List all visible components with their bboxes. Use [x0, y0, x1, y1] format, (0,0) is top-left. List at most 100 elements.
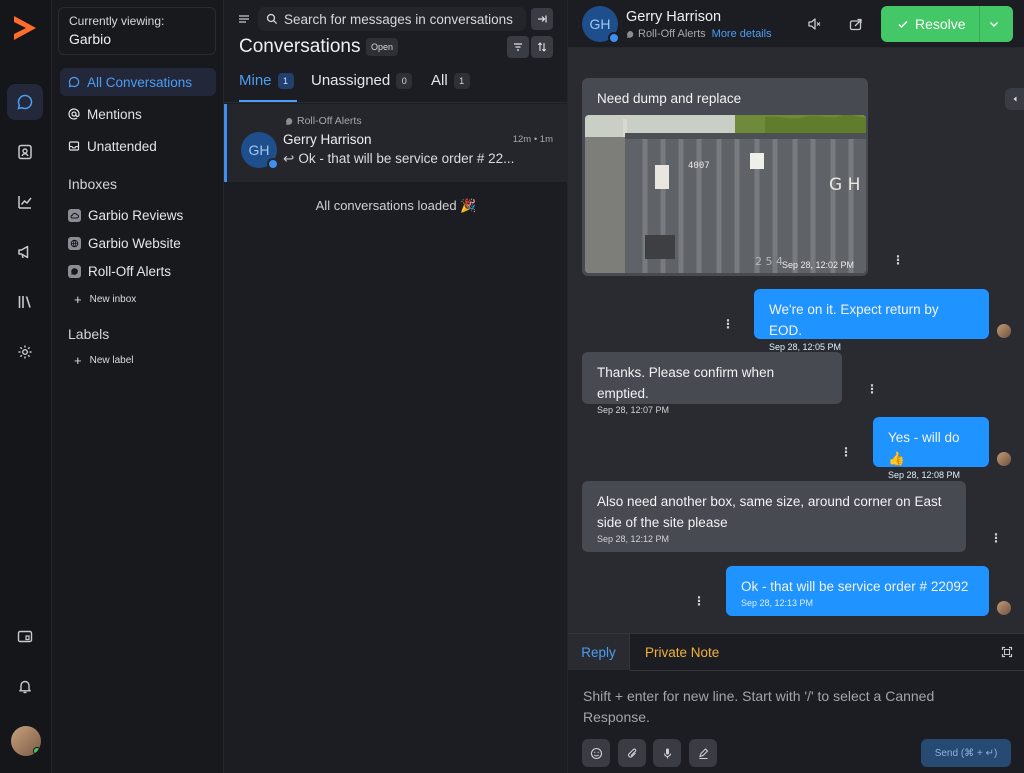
nav-rail [0, 0, 52, 773]
reply-arrow-icon: ↩ [283, 151, 295, 166]
inbox-label: Roll-Off Alerts [88, 264, 172, 279]
voice-button[interactable] [653, 739, 681, 767]
message-menu-icon[interactable]: ⋮ [693, 595, 705, 607]
inbox-roll-off-alerts[interactable]: Roll-Off Alerts [68, 264, 171, 279]
viewing-label: Currently viewing: [69, 14, 165, 28]
tab-label: All [431, 72, 448, 89]
app-logo-icon[interactable] [11, 13, 39, 43]
sort-button[interactable] [531, 36, 553, 58]
agent-avatar [997, 601, 1011, 615]
tab-count: 1 [453, 72, 470, 89]
message-outgoing[interactable]: Yes - will do 👍 Sep 28, 12:08 PM [873, 417, 989, 480]
filter-button[interactable] [507, 36, 529, 58]
contact-card-icon [18, 144, 32, 160]
smiley-icon [590, 747, 602, 759]
tab-mine[interactable]: Mine 1 [239, 72, 294, 89]
message-menu-icon[interactable]: ⋮ [892, 254, 904, 266]
nav-all-conversations[interactable]: All Conversations [60, 68, 216, 96]
nav-mentions[interactable]: Mentions [60, 100, 216, 128]
more-details-link[interactable]: More details [712, 28, 772, 40]
new-label-button[interactable]: + New label [74, 353, 134, 368]
inbox-label: Garbio Reviews [88, 208, 184, 223]
rail-settings[interactable] [7, 334, 43, 370]
message-menu-icon[interactable]: ⋮ [722, 318, 734, 330]
expand-icon[interactable] [1001, 646, 1013, 658]
tab-reply[interactable]: Reply [568, 634, 630, 670]
status-filter-badge[interactable]: Open [366, 38, 399, 56]
message-time: Sep 28, 12:07 PM [597, 405, 670, 415]
nav-unattended[interactable]: Unattended [60, 132, 216, 160]
rail-conversations[interactable] [7, 84, 43, 120]
account-switcher[interactable]: Currently viewing: Garbio [58, 7, 216, 55]
chart-line-icon [18, 196, 32, 209]
emoji-button[interactable] [582, 739, 610, 767]
nav-label: Unattended [87, 138, 157, 154]
search-input[interactable]: Search for messages in conversations [258, 7, 526, 31]
conversation-panel: GH Gerry Harrison Roll-Off Alerts More d… [568, 0, 1024, 773]
rail-library[interactable] [7, 284, 43, 320]
message-menu-icon[interactable]: ⋮ [840, 446, 852, 458]
arrow-to-right-icon [538, 15, 547, 23]
send-button[interactable]: Send (⌘ + ↵) [921, 739, 1011, 767]
message-incoming[interactable]: Need dump and replace 4007 G H 2 5 4 Sep… [582, 78, 868, 276]
tab-count: 1 [277, 72, 294, 89]
collapse-panel-button[interactable] [1005, 88, 1024, 110]
message-menu-icon[interactable]: ⋮ [866, 383, 878, 395]
bell-icon [19, 680, 31, 694]
secondary-sidebar: Currently viewing: Garbio All Conversati… [52, 0, 224, 773]
resolve-button[interactable]: Resolve [881, 6, 1013, 42]
inbox-garbio-reviews[interactable]: Garbio Reviews [68, 208, 183, 223]
hamburger-menu-icon[interactable] [238, 13, 250, 25]
message-outgoing[interactable]: Ok - that will be service order # 22092 … [726, 566, 989, 616]
chat-bubble-icon [68, 265, 81, 278]
tab-all[interactable]: All 1 [431, 72, 470, 89]
check-icon [898, 20, 908, 29]
card-inbox: Roll-Off Alerts [285, 115, 362, 127]
signature-button[interactable] [689, 739, 717, 767]
message-menu-icon[interactable]: ⋮ [990, 532, 1002, 544]
contact-avatar[interactable]: GH [582, 6, 620, 44]
conversation-card[interactable]: Roll-Off Alerts GH Gerry Harrison 12m • … [224, 104, 567, 182]
globe-icon [68, 237, 81, 250]
tab-label: Unassigned [311, 72, 391, 89]
channel-badge-icon [608, 32, 620, 44]
rail-campaigns[interactable] [7, 234, 43, 270]
message-incoming[interactable]: Also need another box, same size, around… [582, 481, 966, 552]
reply-tabs-divider [630, 670, 1024, 671]
avatar-initials: GH [248, 142, 270, 158]
rail-dashboard-apps[interactable] [7, 619, 43, 655]
reply-input[interactable]: Shift + enter for new line. Start with '… [583, 686, 993, 728]
message-time: Sep 28, 12:12 PM [597, 534, 670, 544]
mute-icon[interactable] [806, 16, 822, 32]
share-icon[interactable] [848, 16, 864, 32]
caret-left-icon [1013, 96, 1016, 102]
agent-avatar [997, 452, 1011, 466]
tab-label: Mine [239, 72, 272, 89]
inboxes-heading: Inboxes [68, 176, 118, 192]
rail-reports[interactable] [7, 184, 43, 220]
user-avatar[interactable] [11, 726, 41, 756]
tab-unassigned[interactable]: Unassigned 0 [311, 72, 413, 89]
rail-notifications[interactable] [7, 668, 43, 704]
contact-name: Gerry Harrison [626, 9, 722, 25]
message-outgoing[interactable]: We're on it. Expect return by EOD. Sep 2… [754, 289, 989, 352]
plus-icon: + [74, 292, 82, 307]
tab-private-note[interactable]: Private Note [645, 634, 719, 670]
contact-subline: Roll-Off Alerts More details [626, 28, 772, 40]
new-inbox-button[interactable]: + New inbox [74, 292, 136, 307]
labels-heading: Labels [68, 326, 110, 342]
attach-button[interactable] [618, 739, 646, 767]
message-time: Sep 28, 12:13 PM [741, 598, 814, 608]
preview-text: Ok - that will be service order # 22... [298, 151, 515, 166]
message-incoming[interactable]: Thanks. Please confirm when emptied. Sep… [582, 352, 842, 415]
inbox-garbio-website[interactable]: Garbio Website [68, 236, 181, 251]
chevron-down-icon[interactable] [988, 18, 1000, 30]
image-attachment[interactable]: 4007 G H 2 5 4 [585, 115, 866, 273]
cloud-icon [68, 209, 81, 222]
nav-label: Mentions [87, 106, 142, 122]
toggle-sidebar-button[interactable] [531, 8, 553, 30]
new-label-label: New label [89, 355, 134, 366]
chat-bubble-icon [68, 76, 80, 88]
rail-contacts[interactable] [7, 134, 43, 170]
inbox-tag: Roll-Off Alerts [626, 28, 706, 40]
